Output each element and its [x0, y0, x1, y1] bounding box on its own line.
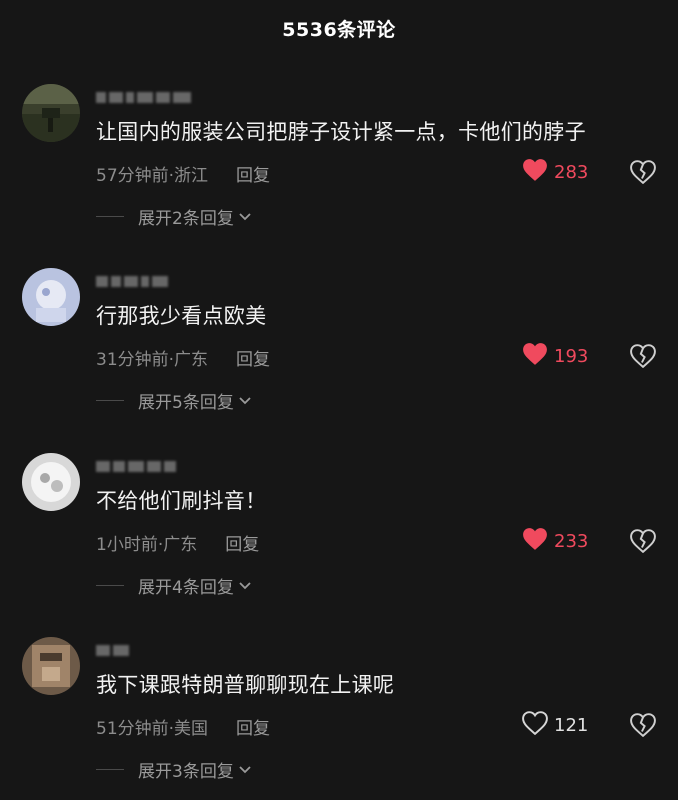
- comment-meta: 1小时前·广东 回复: [96, 530, 259, 555]
- expand-replies-label: 展开2条回复: [138, 209, 234, 229]
- like-button[interactable]: 233: [522, 527, 588, 555]
- avatar[interactable]: [22, 637, 80, 695]
- avatar[interactable]: [22, 84, 80, 142]
- broken-heart-icon: [630, 344, 656, 372]
- chevron-down-icon: [238, 760, 252, 780]
- broken-heart-icon: [630, 713, 656, 741]
- comment-meta: 31分钟前·广东 回复: [96, 345, 270, 370]
- dislike-button[interactable]: [630, 344, 656, 372]
- comments-header: 5536条评论: [0, 0, 678, 56]
- time-location: 51分钟前·美国: [96, 719, 209, 739]
- expand-replies-button[interactable]: 展开2条回复: [96, 204, 252, 229]
- chevron-down-icon: [238, 391, 252, 411]
- username-blurred[interactable]: [96, 457, 176, 475]
- like-button[interactable]: 193: [522, 342, 588, 370]
- comment-item: 我下课跟特朗普聊聊现在上课呢 51分钟前·美国 回复 121 展开3条回复: [0, 633, 678, 800]
- comment-item: 行那我少看点欧美 31分钟前·广东 回复 193 展开5条回复: [0, 264, 678, 444]
- avatar[interactable]: [22, 453, 80, 511]
- comments-panel: 5536条评论 让国内的服装公司把脖子设计紧一点，卡他们的脖子 57分钟前·浙江…: [0, 0, 678, 800]
- dislike-button[interactable]: [630, 713, 656, 741]
- comment-text: 让国内的服装公司把脖子设计紧一点，卡他们的脖子: [96, 120, 586, 144]
- heart-icon: [522, 527, 548, 555]
- expand-replies-button[interactable]: 展开4条回复: [96, 573, 252, 598]
- reply-button[interactable]: 回复: [236, 714, 270, 739]
- dislike-button[interactable]: [630, 160, 656, 188]
- comment-meta: 51分钟前·美国 回复: [96, 714, 270, 739]
- dislike-button[interactable]: [630, 529, 656, 557]
- divider-line: [96, 216, 124, 217]
- time-location: 31分钟前·广东: [96, 350, 209, 370]
- time-location: 57分钟前·浙江: [96, 166, 209, 186]
- username-blurred[interactable]: [96, 272, 168, 290]
- expand-replies-label: 展开4条回复: [138, 578, 234, 598]
- comment-text: 不给他们刷抖音！: [96, 489, 267, 513]
- like-count: 121: [554, 714, 589, 736]
- like-button[interactable]: 121: [522, 711, 588, 739]
- chevron-down-icon: [238, 576, 252, 596]
- username-blurred[interactable]: [96, 641, 129, 659]
- like-count: 233: [554, 530, 589, 552]
- heart-icon: [522, 158, 548, 186]
- expand-replies-button[interactable]: 展开3条回复: [96, 757, 252, 782]
- reply-button[interactable]: 回复: [236, 345, 270, 370]
- like-count: 193: [554, 345, 589, 367]
- chevron-down-icon: [238, 207, 252, 227]
- comment-text: 我下课跟特朗普聊聊现在上课呢: [96, 673, 395, 697]
- expand-replies-label: 展开3条回复: [138, 762, 234, 782]
- divider-line: [96, 769, 124, 770]
- like-count: 283: [554, 161, 589, 183]
- comment-text: 行那我少看点欧美: [96, 304, 267, 328]
- reply-button[interactable]: 回复: [236, 161, 270, 186]
- heart-outline-icon: [522, 711, 548, 739]
- comment-meta: 57分钟前·浙江 回复: [96, 161, 270, 186]
- comment-item: 不给他们刷抖音！ 1小时前·广东 回复 233 展开4条回复: [0, 449, 678, 629]
- time-location: 1小时前·广东: [96, 535, 198, 555]
- avatar[interactable]: [22, 268, 80, 326]
- expand-replies-button[interactable]: 展开5条回复: [96, 388, 252, 413]
- username-blurred[interactable]: [96, 88, 191, 106]
- like-button[interactable]: 283: [522, 158, 588, 186]
- broken-heart-icon: [630, 529, 656, 557]
- comment-count-title: 5536条评论: [282, 18, 396, 41]
- broken-heart-icon: [630, 160, 656, 188]
- heart-icon: [522, 342, 548, 370]
- expand-replies-label: 展开5条回复: [138, 393, 234, 413]
- comment-item: 让国内的服装公司把脖子设计紧一点，卡他们的脖子 57分钟前·浙江 回复 283 …: [0, 80, 678, 260]
- reply-button[interactable]: 回复: [225, 530, 259, 555]
- divider-line: [96, 585, 124, 586]
- divider-line: [96, 400, 124, 401]
